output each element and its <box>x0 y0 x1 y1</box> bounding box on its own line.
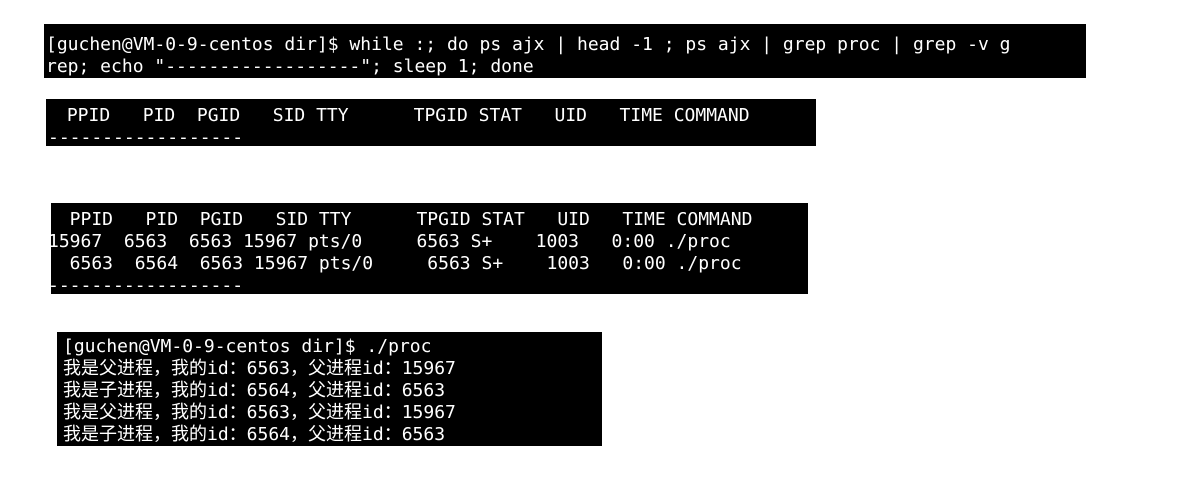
ps-snapshot-panel-2: PPID PID PGID SID TTY TPGID STAT UID TIM… <box>51 203 808 294</box>
ps-header-row: PPID PID PGID SID TTY TPGID STAT UID TIM… <box>51 209 753 230</box>
output-line: 我是父进程，我的id：6563，父进程id：15967 <box>63 358 456 379</box>
output-line: 我是子进程，我的id：6564，父进程id：6563 <box>63 424 446 445</box>
ps-header-row: PPID PID PGID SID TTY TPGID STAT UID TIM… <box>56 105 750 126</box>
separator-line: ------------------ <box>51 275 244 294</box>
ps-snapshot-1-lines: PPID PID PGID SID TTY TPGID STAT UID TIM… <box>56 105 750 127</box>
ps-process-row: 6563 6564 6563 15967 pts/0 6563 S+ 1003 … <box>51 253 742 274</box>
command-lines: [guchen@VM-0-9-centos dir]$ while :; do … <box>46 34 1011 78</box>
ps-snapshot-2-lines: PPID PID PGID SID TTY TPGID STAT UID TIM… <box>51 209 752 294</box>
separator-line: ------------------ <box>48 127 244 146</box>
output-line: 我是父进程，我的id：6563，父进程id：15967 <box>63 402 456 423</box>
ps-process-row: 15967 6563 6563 15967 pts/0 6563 S+ 1003… <box>51 231 731 252</box>
ps-snapshot-panel-1: PPID PID PGID SID TTY TPGID STAT UID TIM… <box>46 99 816 146</box>
output-line: 我是子进程，我的id：6564，父进程id：6563 <box>63 380 446 401</box>
shell-prompt-line: [guchen@VM-0-9-centos dir]$ ./proc <box>63 336 432 357</box>
command-line-2: rep; echo "------------------"; sleep 1;… <box>46 56 534 77</box>
ps-separator: ------------------ <box>48 127 243 146</box>
terminal-command-panel: ~ [guchen@VM-0-9-centos dir]$ while :; d… <box>44 24 1086 78</box>
program-output-lines: [guchen@VM-0-9-centos dir]$ ./proc 我是父进程… <box>63 336 456 446</box>
program-output-panel: [guchen@VM-0-9-centos dir]$ ./proc 我是父进程… <box>57 332 602 446</box>
command-line-1: [guchen@VM-0-9-centos dir]$ while :; do … <box>46 34 1011 55</box>
